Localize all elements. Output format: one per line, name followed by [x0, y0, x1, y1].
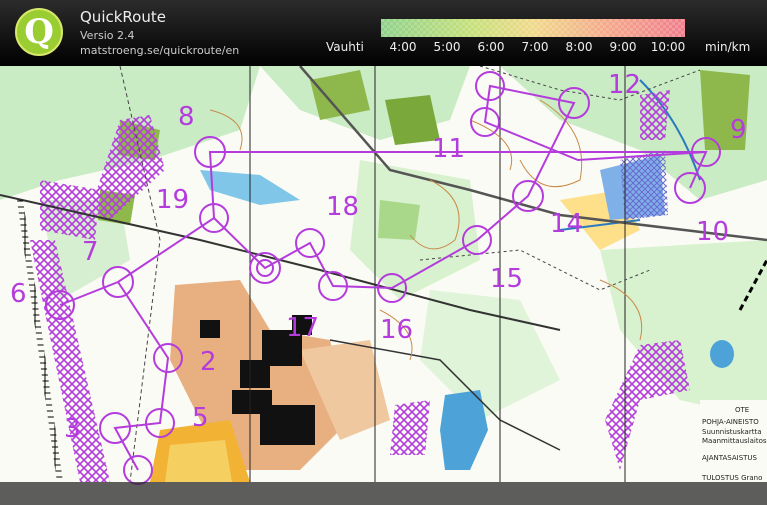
- control-number: 19: [156, 185, 189, 215]
- control-number: 3: [64, 414, 81, 444]
- svg-text:POHJA-AINEISTO: POHJA-AINEISTO: [702, 418, 759, 426]
- control-number: 15: [490, 264, 523, 294]
- pace-color-scale: [381, 19, 685, 37]
- pace-tick: 10:00: [650, 40, 686, 54]
- svg-text:Maanmittauslaitos: Maanmittauslaitos: [702, 437, 767, 445]
- pace-tick: 8:00: [565, 40, 593, 54]
- pace-tick: 5:00: [433, 40, 461, 54]
- control-number: 17: [286, 313, 319, 343]
- svg-text:Suunnistuskartta: Suunnistuskartta: [702, 428, 762, 436]
- control-number: 16: [380, 315, 413, 345]
- svg-text:TULOSTUS Grano: TULOSTUS Grano: [701, 474, 762, 482]
- app-version: Versio 2.4: [80, 29, 135, 42]
- pace-unit: min/km: [705, 40, 751, 54]
- control-number: 8: [178, 102, 195, 132]
- bottom-overlay-bar: [0, 482, 767, 505]
- control-number: 5: [192, 403, 209, 433]
- map-legend-text: OTE POHJA-AINEISTO Suunnistuskartta Maan…: [700, 400, 767, 482]
- control-number: 18: [326, 192, 359, 222]
- svg-text:AJANTASAISTUS: AJANTASAISTUS: [702, 454, 758, 462]
- pace-label: Vauhti: [326, 40, 364, 54]
- control-number: 10: [696, 217, 729, 247]
- pace-tick: 6:00: [477, 40, 505, 54]
- quickroute-logo: Q: [15, 8, 63, 56]
- pace-tick: 7:00: [521, 40, 549, 54]
- control-number: 12: [608, 70, 641, 100]
- control-number: 11: [432, 134, 465, 164]
- pace-tick: 9:00: [609, 40, 637, 54]
- svg-text:Q: Q: [24, 12, 54, 52]
- control-number: 2: [200, 347, 217, 377]
- orienteering-map[interactable]: 2 3 5 6 7 8 9 10 11 12 14 15 16 17 18 19…: [0, 66, 767, 505]
- svg-text:OTE: OTE: [735, 406, 749, 414]
- control-number: 14: [550, 209, 583, 239]
- app-url[interactable]: matstroeng.se/quickroute/en: [80, 44, 239, 57]
- pace-tick: 4:00: [389, 40, 417, 54]
- app-title: QuickRoute: [80, 8, 166, 26]
- control-number: 6: [10, 279, 27, 309]
- control-number: 7: [82, 237, 99, 267]
- header-bar: Q QuickRoute Versio 2.4 matstroeng.se/qu…: [0, 0, 767, 66]
- control-number: 9: [730, 115, 747, 145]
